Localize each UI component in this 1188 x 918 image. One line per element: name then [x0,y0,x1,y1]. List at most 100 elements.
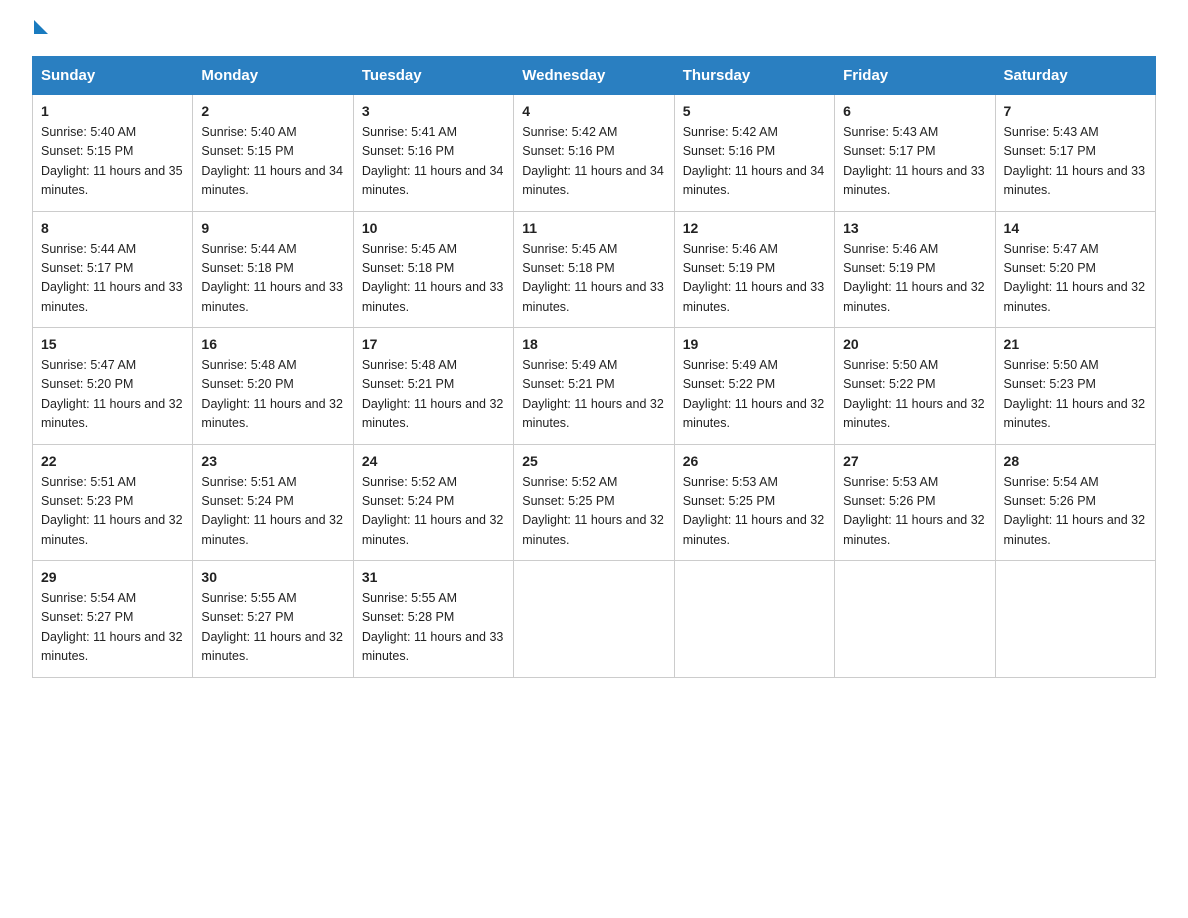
week-row-4: 22 Sunrise: 5:51 AMSunset: 5:23 PMDaylig… [33,444,1156,561]
calendar-cell: 22 Sunrise: 5:51 AMSunset: 5:23 PMDaylig… [33,444,193,561]
calendar-cell: 11 Sunrise: 5:45 AMSunset: 5:18 PMDaylig… [514,211,674,328]
day-number: 2 [201,103,344,119]
week-row-5: 29 Sunrise: 5:54 AMSunset: 5:27 PMDaylig… [33,561,1156,678]
day-info: Sunrise: 5:43 AMSunset: 5:17 PMDaylight:… [843,125,985,197]
day-number: 28 [1004,453,1147,469]
calendar-cell: 24 Sunrise: 5:52 AMSunset: 5:24 PMDaylig… [353,444,513,561]
day-info: Sunrise: 5:41 AMSunset: 5:16 PMDaylight:… [362,125,504,197]
day-info: Sunrise: 5:55 AMSunset: 5:28 PMDaylight:… [362,591,504,663]
day-number: 13 [843,220,986,236]
day-info: Sunrise: 5:53 AMSunset: 5:26 PMDaylight:… [843,475,985,547]
calendar-cell: 16 Sunrise: 5:48 AMSunset: 5:20 PMDaylig… [193,328,353,445]
day-info: Sunrise: 5:51 AMSunset: 5:23 PMDaylight:… [41,475,183,547]
calendar-cell: 23 Sunrise: 5:51 AMSunset: 5:24 PMDaylig… [193,444,353,561]
logo [32,24,48,38]
day-header-friday: Friday [835,57,995,95]
day-number: 7 [1004,103,1147,119]
day-number: 9 [201,220,344,236]
day-number: 8 [41,220,184,236]
day-header-thursday: Thursday [674,57,834,95]
day-info: Sunrise: 5:52 AMSunset: 5:24 PMDaylight:… [362,475,504,547]
calendar-cell: 31 Sunrise: 5:55 AMSunset: 5:28 PMDaylig… [353,561,513,678]
day-number: 16 [201,336,344,352]
day-info: Sunrise: 5:49 AMSunset: 5:21 PMDaylight:… [522,358,664,430]
day-number: 24 [362,453,505,469]
day-info: Sunrise: 5:50 AMSunset: 5:22 PMDaylight:… [843,358,985,430]
calendar-cell: 20 Sunrise: 5:50 AMSunset: 5:22 PMDaylig… [835,328,995,445]
day-number: 5 [683,103,826,119]
day-info: Sunrise: 5:46 AMSunset: 5:19 PMDaylight:… [683,242,825,314]
day-number: 21 [1004,336,1147,352]
week-row-2: 8 Sunrise: 5:44 AMSunset: 5:17 PMDayligh… [33,211,1156,328]
day-info: Sunrise: 5:51 AMSunset: 5:24 PMDaylight:… [201,475,343,547]
day-info: Sunrise: 5:44 AMSunset: 5:17 PMDaylight:… [41,242,183,314]
day-number: 25 [522,453,665,469]
calendar-cell: 10 Sunrise: 5:45 AMSunset: 5:18 PMDaylig… [353,211,513,328]
day-number: 18 [522,336,665,352]
calendar-cell [674,561,834,678]
day-info: Sunrise: 5:44 AMSunset: 5:18 PMDaylight:… [201,242,343,314]
calendar-cell: 1 Sunrise: 5:40 AMSunset: 5:15 PMDayligh… [33,95,193,212]
calendar-cell: 7 Sunrise: 5:43 AMSunset: 5:17 PMDayligh… [995,95,1155,212]
calendar-cell: 2 Sunrise: 5:40 AMSunset: 5:15 PMDayligh… [193,95,353,212]
day-info: Sunrise: 5:40 AMSunset: 5:15 PMDaylight:… [41,125,183,197]
day-number: 20 [843,336,986,352]
day-info: Sunrise: 5:52 AMSunset: 5:25 PMDaylight:… [522,475,664,547]
logo-arrow-icon [34,20,48,34]
day-number: 12 [683,220,826,236]
calendar-cell: 28 Sunrise: 5:54 AMSunset: 5:26 PMDaylig… [995,444,1155,561]
calendar-cell: 18 Sunrise: 5:49 AMSunset: 5:21 PMDaylig… [514,328,674,445]
calendar-cell [995,561,1155,678]
day-number: 14 [1004,220,1147,236]
day-number: 6 [843,103,986,119]
day-header-tuesday: Tuesday [353,57,513,95]
calendar-cell: 30 Sunrise: 5:55 AMSunset: 5:27 PMDaylig… [193,561,353,678]
calendar-cell: 15 Sunrise: 5:47 AMSunset: 5:20 PMDaylig… [33,328,193,445]
day-number: 11 [522,220,665,236]
calendar-cell [514,561,674,678]
day-info: Sunrise: 5:54 AMSunset: 5:26 PMDaylight:… [1004,475,1146,547]
calendar-cell: 3 Sunrise: 5:41 AMSunset: 5:16 PMDayligh… [353,95,513,212]
day-info: Sunrise: 5:43 AMSunset: 5:17 PMDaylight:… [1004,125,1146,197]
calendar-cell: 14 Sunrise: 5:47 AMSunset: 5:20 PMDaylig… [995,211,1155,328]
day-info: Sunrise: 5:53 AMSunset: 5:25 PMDaylight:… [683,475,825,547]
day-info: Sunrise: 5:49 AMSunset: 5:22 PMDaylight:… [683,358,825,430]
day-header-wednesday: Wednesday [514,57,674,95]
calendar-cell: 13 Sunrise: 5:46 AMSunset: 5:19 PMDaylig… [835,211,995,328]
day-info: Sunrise: 5:48 AMSunset: 5:21 PMDaylight:… [362,358,504,430]
day-info: Sunrise: 5:40 AMSunset: 5:15 PMDaylight:… [201,125,343,197]
week-row-1: 1 Sunrise: 5:40 AMSunset: 5:15 PMDayligh… [33,95,1156,212]
day-info: Sunrise: 5:54 AMSunset: 5:27 PMDaylight:… [41,591,183,663]
calendar-table: SundayMondayTuesdayWednesdayThursdayFrid… [32,56,1156,678]
day-info: Sunrise: 5:45 AMSunset: 5:18 PMDaylight:… [362,242,504,314]
day-info: Sunrise: 5:48 AMSunset: 5:20 PMDaylight:… [201,358,343,430]
day-info: Sunrise: 5:55 AMSunset: 5:27 PMDaylight:… [201,591,343,663]
day-number: 27 [843,453,986,469]
day-info: Sunrise: 5:50 AMSunset: 5:23 PMDaylight:… [1004,358,1146,430]
day-info: Sunrise: 5:42 AMSunset: 5:16 PMDaylight:… [522,125,664,197]
day-number: 15 [41,336,184,352]
day-info: Sunrise: 5:46 AMSunset: 5:19 PMDaylight:… [843,242,985,314]
page-header [32,24,1156,38]
calendar-cell: 21 Sunrise: 5:50 AMSunset: 5:23 PMDaylig… [995,328,1155,445]
calendar-cell: 29 Sunrise: 5:54 AMSunset: 5:27 PMDaylig… [33,561,193,678]
calendar-cell: 8 Sunrise: 5:44 AMSunset: 5:17 PMDayligh… [33,211,193,328]
calendar-cell: 25 Sunrise: 5:52 AMSunset: 5:25 PMDaylig… [514,444,674,561]
day-number: 30 [201,569,344,585]
day-number: 31 [362,569,505,585]
day-number: 23 [201,453,344,469]
day-info: Sunrise: 5:45 AMSunset: 5:18 PMDaylight:… [522,242,664,314]
days-header-row: SundayMondayTuesdayWednesdayThursdayFrid… [33,57,1156,95]
calendar-cell: 17 Sunrise: 5:48 AMSunset: 5:21 PMDaylig… [353,328,513,445]
calendar-cell [835,561,995,678]
calendar-cell: 5 Sunrise: 5:42 AMSunset: 5:16 PMDayligh… [674,95,834,212]
day-number: 3 [362,103,505,119]
day-info: Sunrise: 5:42 AMSunset: 5:16 PMDaylight:… [683,125,825,197]
day-header-monday: Monday [193,57,353,95]
day-info: Sunrise: 5:47 AMSunset: 5:20 PMDaylight:… [1004,242,1146,314]
calendar-cell: 4 Sunrise: 5:42 AMSunset: 5:16 PMDayligh… [514,95,674,212]
calendar-cell: 6 Sunrise: 5:43 AMSunset: 5:17 PMDayligh… [835,95,995,212]
day-number: 10 [362,220,505,236]
day-number: 17 [362,336,505,352]
calendar-cell: 27 Sunrise: 5:53 AMSunset: 5:26 PMDaylig… [835,444,995,561]
